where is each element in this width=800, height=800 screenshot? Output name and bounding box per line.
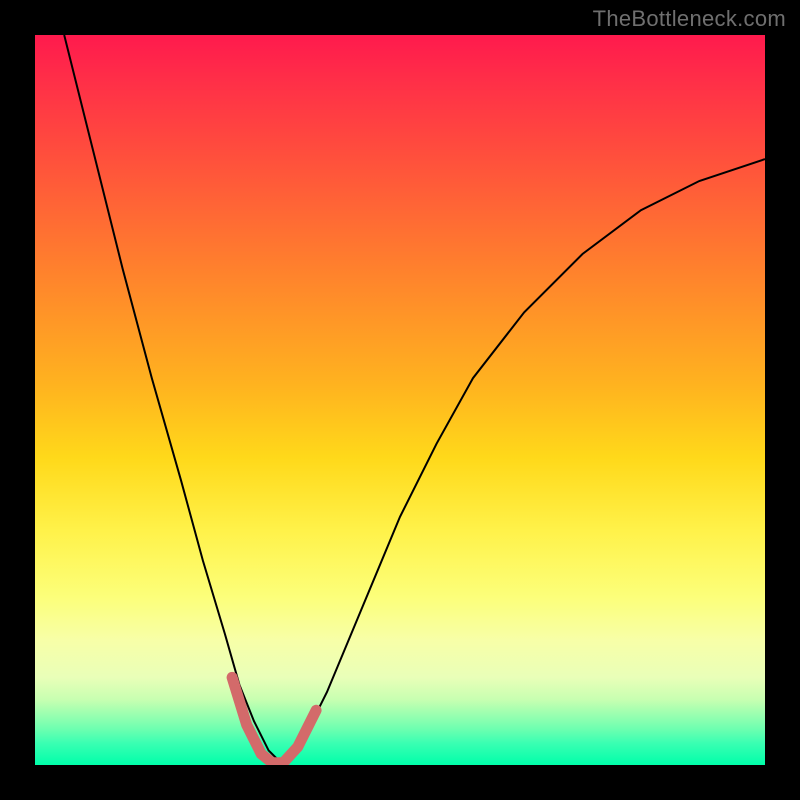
highlight-series [232, 677, 316, 762]
outer-frame: TheBottleneck.com [0, 0, 800, 800]
plot-area [35, 35, 765, 765]
chart-svg [35, 35, 765, 765]
highlight-path [232, 677, 316, 762]
curve-path [64, 35, 765, 765]
watermark-text: TheBottleneck.com [593, 6, 786, 32]
curve-series [64, 35, 765, 765]
